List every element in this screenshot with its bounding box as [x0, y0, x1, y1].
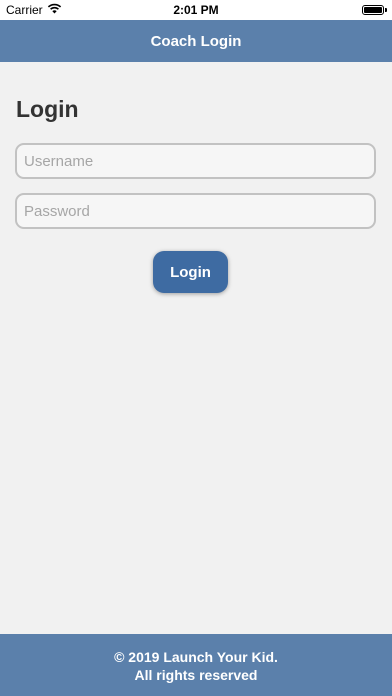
- status-bar: Carrier 2:01 PM: [0, 0, 392, 20]
- nav-bar: Coach Login: [0, 20, 392, 62]
- footer: © 2019 Launch Your Kid. All rights reser…: [0, 634, 392, 696]
- login-heading: Login: [16, 96, 79, 122]
- footer-rights: All rights reserved: [134, 667, 258, 683]
- username-input[interactable]: [15, 143, 376, 179]
- battery-icon: [362, 5, 387, 15]
- password-input[interactable]: [15, 193, 376, 229]
- status-time: 2:01 PM: [173, 3, 219, 17]
- login-button[interactable]: Login: [153, 251, 228, 293]
- login-content: Login Login: [0, 62, 392, 634]
- app-screen: Carrier 2:01 PM Coach Login Login Login …: [0, 0, 392, 696]
- footer-copyright: © 2019 Launch Your Kid.: [114, 649, 278, 665]
- nav-title: Coach Login: [150, 32, 242, 50]
